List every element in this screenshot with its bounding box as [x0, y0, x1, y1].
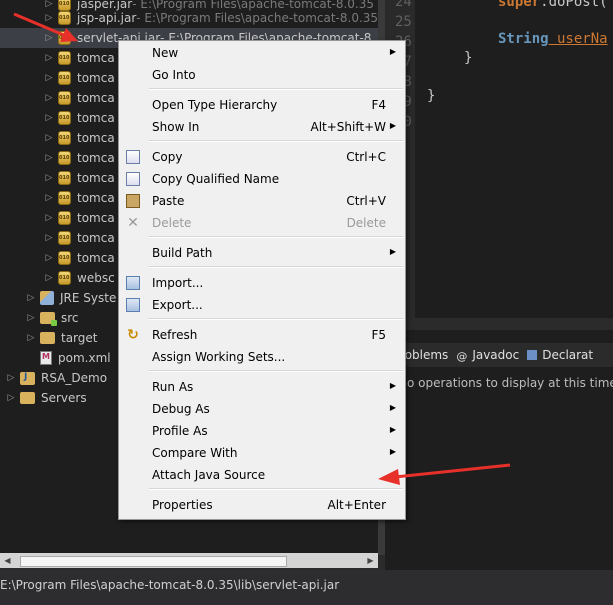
arrow-to-attach-java-source [378, 463, 511, 485]
annotation-arrows [13, 12, 511, 485]
arrow-to-servlet-api [13, 12, 78, 42]
